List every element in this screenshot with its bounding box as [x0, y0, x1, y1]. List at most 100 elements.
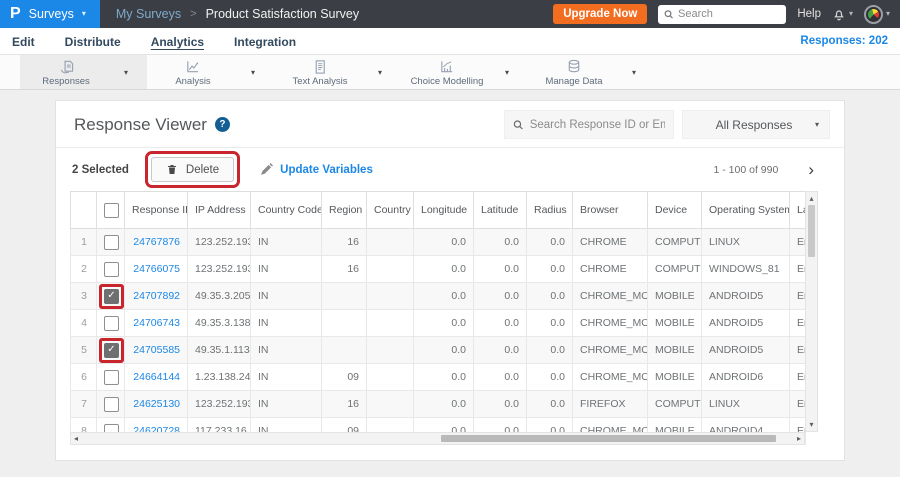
cell-radius: 0.0: [526, 363, 573, 391]
cell-device: MOBILE: [647, 363, 702, 391]
cell-operating-system: ANDROID6: [701, 363, 790, 391]
column-header-language[interactable]: Language: [789, 191, 806, 229]
column-header-region[interactable]: Region: [321, 191, 367, 229]
horizontal-scrollbar[interactable]: ◂ ▸: [70, 432, 805, 445]
response-id-link[interactable]: 24767876: [133, 236, 180, 248]
nav-tab-analytics[interactable]: Analytics: [151, 33, 204, 49]
response-id-link[interactable]: 24705585: [133, 344, 180, 356]
analytics-toolbar: Responses ▾ Analysis ▾ Text Analysis ▾ Choice …: [0, 55, 900, 90]
toolbar-item-choice-modelling[interactable]: Choice Modelling ▾: [401, 55, 528, 89]
column-header-latitude[interactable]: Latitude: [473, 191, 527, 229]
row-checkbox[interactable]: [104, 234, 119, 250]
chevron-down-icon[interactable]: ▾: [505, 68, 509, 77]
cell-latitude: 0.0: [473, 336, 527, 364]
table-row: 5 ✓ 24705585 49.35.1.113 IN 0.0 0.0 0.0 CHROME_M…: [70, 336, 806, 364]
account-menu[interactable]: ▾: [863, 4, 890, 24]
responses-count-badge[interactable]: Responses: 202: [800, 35, 888, 47]
column-header-country[interactable]: Country: [366, 191, 414, 229]
notifications-menu[interactable]: ▾: [832, 7, 853, 22]
scroll-down-icon[interactable]: ▾: [806, 420, 817, 429]
nav-tab-integration[interactable]: Integration: [234, 33, 296, 49]
help-link[interactable]: Help: [797, 8, 821, 20]
chevron-down-icon[interactable]: ▾: [251, 68, 255, 77]
cell-operating-system: ANDROID5: [701, 336, 790, 364]
vertical-scroll-thumb[interactable]: [808, 205, 815, 257]
cell-device: COMPUTER: [647, 390, 702, 418]
row-checkbox[interactable]: ✓: [104, 342, 119, 358]
chevron-down-icon: ▾: [848, 9, 853, 18]
next-page-button[interactable]: ›: [808, 161, 828, 178]
help-question-icon[interactable]: ?: [214, 117, 230, 132]
breadcrumb-my-surveys[interactable]: My Surveys: [116, 7, 181, 21]
row-checkbox[interactable]: [104, 261, 119, 277]
row-checkbox[interactable]: [104, 396, 119, 412]
cell-country-code: IN: [250, 336, 322, 364]
scroll-up-icon[interactable]: ▴: [806, 194, 817, 203]
cell-country-code: IN: [250, 282, 322, 310]
cell-response-id: 24625130: [124, 390, 188, 418]
response-search-box[interactable]: [504, 110, 674, 139]
cell-latitude: 0.0: [473, 363, 527, 391]
cell-region: [321, 309, 367, 337]
column-header-browser[interactable]: Browser: [572, 191, 648, 229]
column-header-device[interactable]: Device: [647, 191, 702, 229]
cell-country: [366, 228, 414, 256]
select-all-header[interactable]: [96, 191, 125, 229]
column-header-country-code[interactable]: Country Code: [250, 191, 322, 229]
column-header-operating-system[interactable]: Operating System: [701, 191, 790, 229]
column-header-radius[interactable]: Radius: [526, 191, 573, 229]
select-all-checkbox[interactable]: [104, 202, 119, 218]
row-number: 4: [70, 309, 97, 337]
global-search-box[interactable]: [658, 4, 787, 24]
cell-language: English: [789, 282, 806, 310]
cell-country-code: IN: [250, 390, 322, 418]
cell-country: [366, 282, 414, 310]
nav-tab-edit[interactable]: Edit: [12, 33, 35, 49]
row-checkbox[interactable]: [104, 315, 119, 331]
cell-browser: CHROME_MOBILE: [572, 363, 648, 391]
scroll-left-icon[interactable]: ◂: [74, 434, 78, 443]
cell-longitude: 0.0: [413, 309, 474, 337]
responses-table: Response ID▲IP AddressCountry CodeRegion…: [70, 191, 818, 445]
column-header-longitude[interactable]: Longitude: [413, 191, 474, 229]
cell-longitude: 0.0: [413, 390, 474, 418]
response-id-link[interactable]: 24625130: [133, 398, 180, 410]
response-search-input[interactable]: [529, 118, 665, 131]
toolbar-item-responses[interactable]: Responses ▾: [20, 55, 147, 89]
global-search-input[interactable]: [678, 8, 781, 20]
scroll-right-icon[interactable]: ▸: [797, 434, 801, 443]
cell-country-code: IN: [250, 309, 322, 337]
column-header-ip-address[interactable]: IP Address: [187, 191, 251, 229]
row-number: 1: [70, 228, 97, 256]
update-variables-button[interactable]: Update Variables: [260, 163, 373, 176]
row-checkbox[interactable]: ✓: [104, 288, 119, 304]
nav-tab-distribute[interactable]: Distribute: [65, 33, 121, 49]
row-checkbox[interactable]: [104, 369, 119, 385]
toolbar-item-text-analysis[interactable]: Text Analysis ▾: [274, 55, 401, 89]
cell-response-id: 24766075: [124, 255, 188, 283]
row-select-cell: ✓: [96, 336, 125, 364]
delete-button[interactable]: Delete: [150, 157, 235, 182]
choice-modelling-icon: [441, 61, 453, 73]
upgrade-now-button[interactable]: Upgrade Now: [553, 4, 648, 24]
horizontal-scroll-thumb[interactable]: [441, 435, 776, 442]
response-id-link[interactable]: 24706743: [133, 317, 180, 329]
manage-data-icon: [568, 59, 580, 73]
response-id-link[interactable]: 24664144: [133, 371, 180, 383]
toolbar-item-manage-data[interactable]: Manage Data ▾: [528, 55, 655, 89]
column-header-response-id[interactable]: Response ID▲: [124, 191, 188, 229]
chevron-down-icon[interactable]: ▾: [632, 68, 636, 77]
response-id-link[interactable]: 24707892: [133, 290, 180, 302]
vertical-scrollbar[interactable]: ▴ ▾: [805, 191, 818, 432]
toolbar-item-analysis[interactable]: Analysis ▾: [147, 55, 274, 89]
chevron-down-icon[interactable]: ▾: [124, 68, 128, 77]
app-logo-menu[interactable]: P Surveys ▾: [0, 0, 100, 28]
trash-icon: [167, 165, 176, 174]
table-row: 724625130123.252.193.148IN160.00.00.0FIR…: [70, 390, 806, 418]
responses-filter-dropdown[interactable]: All Responses ▾: [682, 110, 830, 139]
cell-operating-system: LINUX: [701, 228, 790, 256]
cell-radius: 0.0: [526, 282, 573, 310]
chevron-down-icon[interactable]: ▾: [378, 68, 382, 77]
cell-country: [366, 255, 414, 283]
response-id-link[interactable]: 24766075: [133, 263, 180, 275]
